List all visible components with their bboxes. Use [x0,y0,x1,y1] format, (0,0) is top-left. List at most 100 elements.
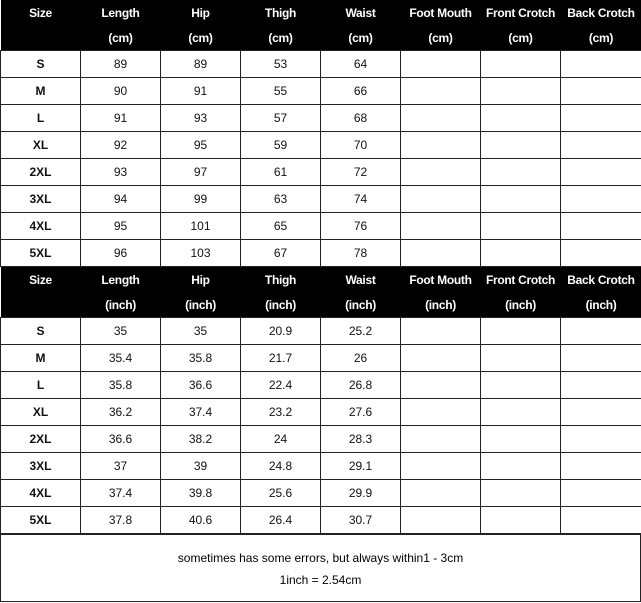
measurement-cell [480,239,561,267]
column-header: Foot Mouth [400,266,481,292]
table-row: 2XL 36.6 38.2 24 28.3 [0,425,641,453]
measurement-cell [400,371,481,399]
measurement-cell: 89 [160,50,241,78]
column-unit: (inch) [480,292,561,318]
measurement-cell [400,452,481,480]
measurement-cell [480,212,561,240]
measurement-cell: 91 [80,104,161,132]
size-cell: L [0,104,81,132]
table-row: 4XL 37.4 39.8 25.6 29.9 [0,479,641,507]
measurement-cell: 21.7 [240,344,321,372]
size-cell: 4XL [0,479,81,507]
measurement-cell: 99 [160,185,241,213]
measurement-cell: 64 [320,50,401,78]
measurement-cell [400,506,481,534]
column-unit: (cm) [560,25,641,51]
size-cell: S [0,50,81,78]
measurement-cell: 53 [240,50,321,78]
column-unit: (cm) [320,25,401,51]
table-row: 3XL 94 99 63 74 [0,185,641,213]
measurement-cell: 24 [240,425,321,453]
table-row: L 35.8 36.6 22.4 26.8 [0,371,641,399]
measurement-cell: 27.6 [320,398,401,426]
column-unit: (cm) [400,25,481,51]
table-row: S 89 89 53 64 [0,50,641,78]
measurement-cell [560,77,641,105]
measurement-cell: 97 [160,158,241,186]
size-cell: S [0,317,81,345]
measurement-cell [480,398,561,426]
measurement-cell [480,479,561,507]
column-header: Thigh [240,0,321,25]
measurement-note: sometimes has some errors, but always wi… [0,534,641,602]
measurement-cell [560,317,641,345]
measurement-cell: 103 [160,239,241,267]
column-header: Hip [160,0,241,25]
measurement-cell [480,77,561,105]
measurement-cell: 61 [240,158,321,186]
measurement-cell [560,212,641,240]
measurement-cell: 29.9 [320,479,401,507]
measurement-cell: 101 [160,212,241,240]
measurement-cell [480,452,561,480]
measurement-cell [480,50,561,78]
cm_table-headers-row: Size Length Hip Thigh Waist Foot Mouth Front C… [0,0,641,25]
inch_table-headers-row: Size Length Hip Thigh Waist Foot Mouth Front C… [0,266,641,292]
measurement-cell: 92 [80,131,161,159]
measurement-cell: 95 [160,131,241,159]
column-unit: (inch) [240,292,321,318]
measurement-cell: 35 [160,317,241,345]
size-cell: M [0,77,81,105]
measurement-cell: 55 [240,77,321,105]
measurement-cell [400,104,481,132]
measurement-cell [400,77,481,105]
table-row: 2XL 93 97 61 72 [0,158,641,186]
measurement-cell: 94 [80,185,161,213]
size-cell: 3XL [0,185,81,213]
size-cell: 5XL [0,506,81,534]
table-row: 3XL 37 39 24.8 29.1 [0,452,641,480]
measurement-cell: 93 [160,104,241,132]
measurement-cell [400,398,481,426]
measurement-cell: 78 [320,239,401,267]
measurement-cell [400,425,481,453]
measurement-cell: 40.6 [160,506,241,534]
measurement-cell: 74 [320,185,401,213]
measurement-cell [560,506,641,534]
measurement-cell [480,371,561,399]
column-header: Front Crotch [480,0,561,25]
column-unit: (inch) [560,292,641,318]
measurement-cell: 36.6 [160,371,241,399]
measurement-cell: 25.6 [240,479,321,507]
measurement-cell [480,344,561,372]
measurement-cell: 25.2 [320,317,401,345]
measurement-cell [400,212,481,240]
size-cell: 2XL [0,425,81,453]
note-error-text: sometimes has some errors, but always wi… [177,551,464,565]
column-header: Length [80,266,161,292]
measurement-cell [560,452,641,480]
measurement-cell: 90 [80,77,161,105]
measurement-cell: 96 [80,239,161,267]
column-header: Back Crotch [560,266,641,292]
column-header: Front Crotch [480,266,561,292]
measurement-cell: 22.4 [240,371,321,399]
column-header: Hip [160,266,241,292]
measurement-cell [560,50,641,78]
measurement-cell [480,506,561,534]
measurement-cell [560,344,641,372]
measurement-cell: 57 [240,104,321,132]
column-unit: (inch) [320,292,401,318]
measurement-cell: 29.1 [320,452,401,480]
measurement-cell [480,158,561,186]
measurement-cell [480,185,561,213]
measurement-cell: 37.4 [160,398,241,426]
measurement-cell: 35.4 [80,344,161,372]
measurement-cell: 26.8 [320,371,401,399]
size-cell: XL [0,398,81,426]
size-cell: XL [0,131,81,159]
measurement-cell: 30.7 [320,506,401,534]
measurement-cell [400,131,481,159]
measurement-cell: 89 [80,50,161,78]
measurement-cell: 35 [80,317,161,345]
